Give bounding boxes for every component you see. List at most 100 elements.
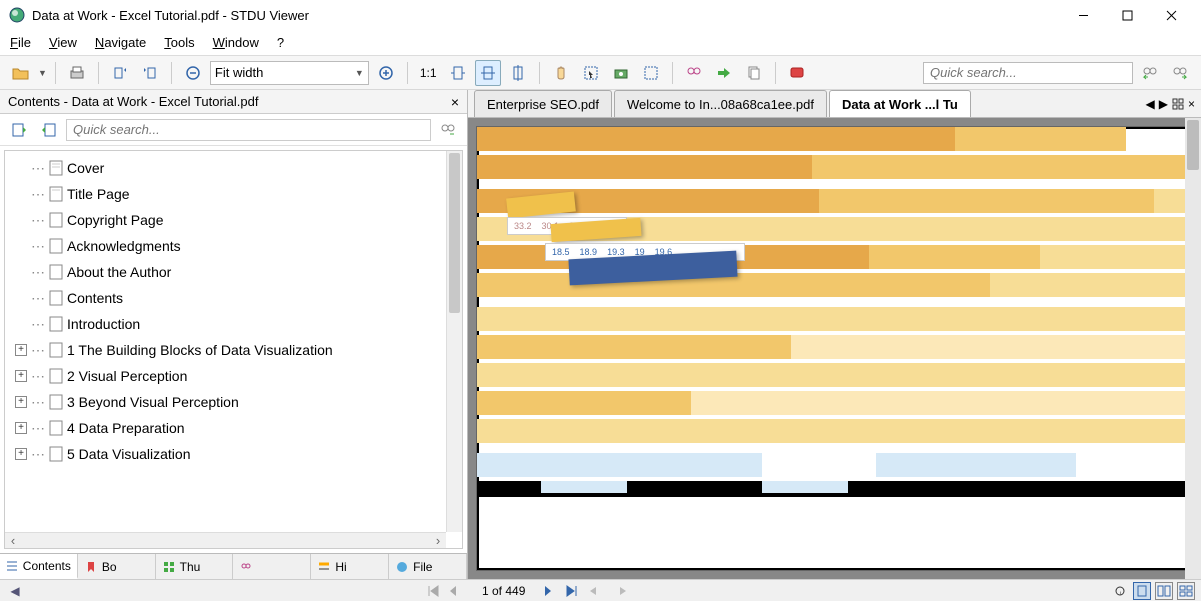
next-page-button[interactable] bbox=[539, 582, 557, 600]
expand-icon[interactable]: + bbox=[15, 448, 27, 460]
rotate-right-button[interactable] bbox=[137, 60, 163, 86]
goto-button[interactable] bbox=[711, 60, 737, 86]
expand-icon[interactable]: + bbox=[15, 396, 27, 408]
fit-height-button[interactable] bbox=[505, 60, 531, 86]
open-button[interactable] bbox=[8, 60, 34, 86]
select-tool-button[interactable] bbox=[578, 60, 604, 86]
document-tabs: Enterprise SEO.pdf Welcome to In...08a68… bbox=[468, 90, 1201, 118]
titlebar: Data at Work - Excel Tutorial.pdf - STDU… bbox=[0, 0, 1201, 30]
tree-item[interactable]: ⋯Contents bbox=[5, 285, 446, 311]
tab-close-button[interactable]: × bbox=[1188, 97, 1195, 111]
sidebar-tabs: Contents Bo Thu Hi File bbox=[0, 553, 467, 579]
minimize-button[interactable] bbox=[1061, 0, 1105, 30]
history-forward-button[interactable] bbox=[611, 582, 629, 600]
tab-prev-button[interactable]: ◀ bbox=[1146, 97, 1155, 111]
tab-contents[interactable]: Contents bbox=[0, 554, 78, 579]
fit-width-button[interactable] bbox=[445, 60, 471, 86]
bookmark-button[interactable] bbox=[784, 60, 810, 86]
tree-item[interactable]: +⋯2 Visual Perception bbox=[5, 363, 446, 389]
tree-item[interactable]: ⋯Copyright Page bbox=[5, 207, 446, 233]
expand-icon[interactable]: + bbox=[15, 422, 27, 434]
last-page-button[interactable] bbox=[563, 582, 581, 600]
doc-tab-active[interactable]: Data at Work ...l Tu bbox=[829, 90, 971, 117]
doc-tab[interactable]: Enterprise SEO.pdf bbox=[474, 90, 612, 117]
find-button[interactable] bbox=[681, 60, 707, 86]
collapse-all-button[interactable] bbox=[36, 117, 62, 143]
text-select-button[interactable] bbox=[638, 60, 664, 86]
layout-double-button[interactable] bbox=[1155, 582, 1173, 600]
contents-tree: ⋯Cover ⋯Title Page ⋯Copyright Page ⋯Ackn… bbox=[4, 150, 463, 549]
tab-bookmarks[interactable]: Bo bbox=[78, 554, 156, 579]
fit-page-button[interactable] bbox=[475, 60, 501, 86]
page-viewer[interactable]: 33.230.126.8 18.518.919.31919.6 bbox=[468, 118, 1201, 579]
statusbar: ◀ 1 of 449 bbox=[0, 579, 1201, 601]
tree-item[interactable]: ⋯Cover bbox=[5, 155, 446, 181]
layout-grid-button[interactable] bbox=[1177, 582, 1195, 600]
viewer-scrollbar[interactable] bbox=[1185, 118, 1201, 579]
zoom-selector[interactable]: Fit width ▼ bbox=[210, 61, 369, 85]
chevron-down-icon[interactable]: ▼ bbox=[351, 68, 368, 78]
menu-tools[interactable]: Tools bbox=[164, 35, 194, 50]
document-area: Enterprise SEO.pdf Welcome to In...08a68… bbox=[468, 90, 1201, 579]
dropdown-arrow-icon[interactable]: ▼ bbox=[38, 68, 47, 78]
sidebar-collapse-button[interactable]: ◀ bbox=[6, 582, 24, 600]
rotate-left-button[interactable] bbox=[107, 60, 133, 86]
sidebar-scrollbar[interactable] bbox=[446, 151, 462, 532]
expand-all-button[interactable] bbox=[6, 117, 32, 143]
first-page-button[interactable] bbox=[424, 582, 442, 600]
window-title: Data at Work - Excel Tutorial.pdf - STDU… bbox=[32, 8, 1061, 23]
sidebar-title-bar: Contents - Data at Work - Excel Tutorial… bbox=[0, 90, 467, 114]
app-icon bbox=[8, 6, 26, 24]
brightness-button[interactable] bbox=[1111, 582, 1129, 600]
tree-item[interactable]: +⋯4 Data Preparation bbox=[5, 415, 446, 441]
sidebar-search-button[interactable] bbox=[435, 117, 461, 143]
sidebar-title: Contents - Data at Work - Excel Tutorial… bbox=[8, 94, 258, 109]
sidebar-search-input[interactable] bbox=[66, 119, 431, 141]
zoom-in-button[interactable] bbox=[373, 60, 399, 86]
zoom-out-button[interactable] bbox=[180, 60, 206, 86]
layout-single-button[interactable] bbox=[1133, 582, 1151, 600]
tree-item[interactable]: +⋯3 Beyond Visual Perception bbox=[5, 389, 446, 415]
tree-item[interactable]: +⋯5 Data Visualization bbox=[5, 441, 446, 467]
sidebar-hscrollbar[interactable]: ‹› bbox=[5, 532, 446, 548]
print-button[interactable] bbox=[64, 60, 90, 86]
doc-tab[interactable]: Welcome to In...08a68ca1ee.pdf bbox=[614, 90, 827, 117]
history-back-button[interactable] bbox=[587, 582, 605, 600]
page-indicator: 1 of 449 bbox=[474, 584, 533, 598]
zoom-actual-button[interactable]: 1:1 bbox=[416, 66, 441, 80]
main-area: Contents - Data at Work - Excel Tutorial… bbox=[0, 90, 1201, 579]
tab-grid-button[interactable] bbox=[1172, 98, 1184, 110]
zoom-value: Fit width bbox=[211, 65, 351, 80]
tab-files[interactable]: File bbox=[389, 554, 467, 579]
quick-search-input[interactable] bbox=[923, 62, 1133, 84]
tab-thumbnails[interactable]: Thu bbox=[156, 554, 234, 579]
snapshot-button[interactable] bbox=[608, 60, 634, 86]
menubar: File View Navigate Tools Window ? bbox=[0, 30, 1201, 56]
tree-item[interactable]: ⋯Introduction bbox=[5, 311, 446, 337]
menu-window[interactable]: Window bbox=[213, 35, 259, 50]
prev-page-button[interactable] bbox=[444, 582, 462, 600]
search-next-button[interactable] bbox=[1167, 60, 1193, 86]
menu-help[interactable]: ? bbox=[277, 35, 284, 50]
menu-file[interactable]: File bbox=[10, 35, 31, 50]
close-button[interactable] bbox=[1149, 0, 1193, 30]
maximize-button[interactable] bbox=[1105, 0, 1149, 30]
tree-item[interactable]: ⋯About the Author bbox=[5, 259, 446, 285]
expand-icon[interactable]: + bbox=[15, 344, 27, 356]
tree-item[interactable]: ⋯Title Page bbox=[5, 181, 446, 207]
main-toolbar: ▼ Fit width ▼ 1:1 bbox=[0, 56, 1201, 90]
tree-item[interactable]: +⋯1 The Building Blocks of Data Visualiz… bbox=[5, 337, 446, 363]
tree-item[interactable]: ⋯Acknowledgments bbox=[5, 233, 446, 259]
tab-highlight[interactable]: Hi bbox=[311, 554, 389, 579]
tab-next-button[interactable]: ▶ bbox=[1159, 97, 1168, 111]
menu-navigate[interactable]: Navigate bbox=[95, 35, 146, 50]
tab-search[interactable] bbox=[233, 554, 311, 579]
page-content: 33.230.126.8 18.518.919.31919.6 bbox=[476, 126, 1191, 571]
sidebar: Contents - Data at Work - Excel Tutorial… bbox=[0, 90, 468, 579]
hand-tool-button[interactable] bbox=[548, 60, 574, 86]
copy-button[interactable] bbox=[741, 60, 767, 86]
search-prev-button[interactable] bbox=[1137, 60, 1163, 86]
sidebar-close-button[interactable]: × bbox=[451, 94, 459, 110]
expand-icon[interactable]: + bbox=[15, 370, 27, 382]
menu-view[interactable]: View bbox=[49, 35, 77, 50]
